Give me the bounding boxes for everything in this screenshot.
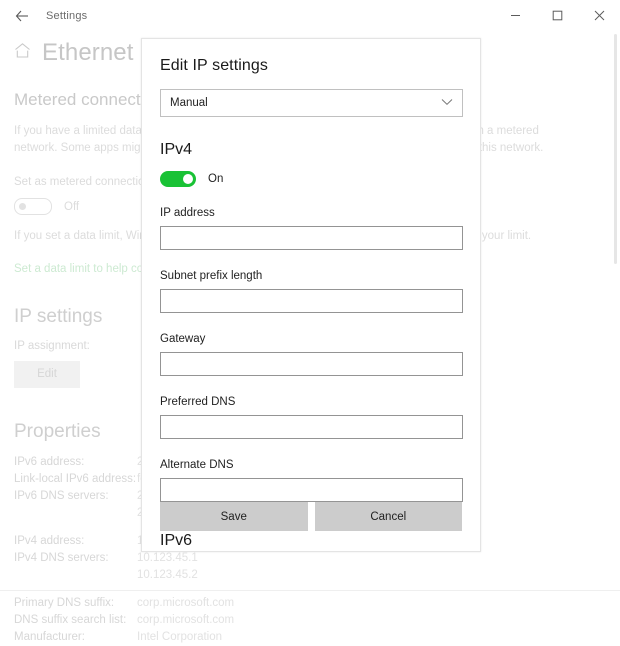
preferred-dns-label: Preferred DNS	[160, 396, 462, 408]
edit-ip-settings-dialog: Edit IP settings Manual IPv4 On IP addre…	[141, 38, 481, 552]
ip-assignment-select[interactable]: Manual	[160, 89, 463, 117]
ip-address-label: IP address	[160, 207, 462, 219]
ipv4-toggle[interactable]: On	[160, 171, 462, 187]
gateway-label: Gateway	[160, 333, 462, 345]
dialog-title: Edit IP settings	[160, 57, 462, 75]
window-titlebar: Settings	[0, 0, 620, 31]
property-key: IPv6 address:	[14, 454, 137, 471]
back-button[interactable]	[0, 0, 44, 31]
table-row: DNS suffix search list: corp.microsoft.c…	[14, 612, 594, 629]
property-key: IPv4 address:	[14, 533, 137, 550]
ipv4-toggle-state: On	[208, 173, 223, 185]
property-key: IPv4 DNS servers:	[14, 550, 137, 567]
home-icon[interactable]	[14, 42, 31, 64]
maximize-icon	[552, 10, 563, 21]
close-icon	[594, 10, 605, 21]
window-title: Settings	[46, 10, 87, 22]
alternate-dns-label: Alternate DNS	[160, 459, 462, 471]
edit-ip-button[interactable]: Edit	[14, 361, 80, 388]
close-button[interactable]	[578, 0, 620, 31]
alternate-dns-input[interactable]	[160, 478, 463, 502]
minimize-button[interactable]	[494, 0, 536, 31]
metered-toggle-switch[interactable]	[14, 198, 52, 215]
subnet-prefix-length-input[interactable]	[160, 289, 463, 313]
property-key: Manufacturer:	[14, 629, 137, 646]
property-key: Link-local IPv6 address:	[14, 471, 137, 488]
property-value: 10.123.45.2	[137, 567, 198, 584]
table-row: 10.123.45.2	[14, 567, 594, 584]
property-value: 10.123.45.1	[137, 550, 198, 567]
minimize-icon	[510, 10, 521, 21]
property-value: corp.microsoft.com	[137, 595, 234, 612]
page-scrollbar-thumb[interactable]	[614, 34, 617, 264]
table-row: Primary DNS suffix: corp.microsoft.com	[14, 595, 594, 612]
property-key: DNS suffix search list:	[14, 612, 137, 629]
chevron-down-icon	[441, 97, 453, 109]
property-value: corp.microsoft.com	[137, 612, 234, 629]
property-key	[14, 505, 137, 522]
preferred-dns-input[interactable]	[160, 415, 463, 439]
table-row: Manufacturer: Intel Corporation	[14, 629, 594, 646]
table-row: IPv4 DNS servers: 10.123.45.1	[14, 550, 594, 567]
dialog-footer: Save Cancel	[142, 502, 480, 531]
ip-address-input[interactable]	[160, 226, 463, 250]
property-key	[14, 567, 137, 584]
property-key: IPv6 DNS servers:	[14, 488, 137, 505]
dialog-scroll-area: Edit IP settings Manual IPv4 On IP addre…	[142, 39, 480, 551]
ipv4-heading: IPv4	[160, 141, 462, 159]
arrow-left-icon	[15, 9, 29, 23]
cancel-button[interactable]: Cancel	[315, 502, 463, 531]
save-button[interactable]: Save	[160, 502, 308, 531]
gateway-input[interactable]	[160, 352, 463, 376]
ip-assignment-select-value: Manual	[170, 97, 208, 109]
property-value: Intel Corporation	[137, 629, 222, 646]
subnet-prefix-length-label: Subnet prefix length	[160, 270, 462, 282]
property-key: Primary DNS suffix:	[14, 595, 137, 612]
maximize-button[interactable]	[536, 0, 578, 31]
metered-toggle-state: Off	[64, 201, 79, 213]
ipv4-toggle-switch[interactable]	[160, 171, 196, 187]
ipv6-heading: IPv6	[160, 532, 462, 550]
page-title: Ethernet	[42, 39, 134, 67]
